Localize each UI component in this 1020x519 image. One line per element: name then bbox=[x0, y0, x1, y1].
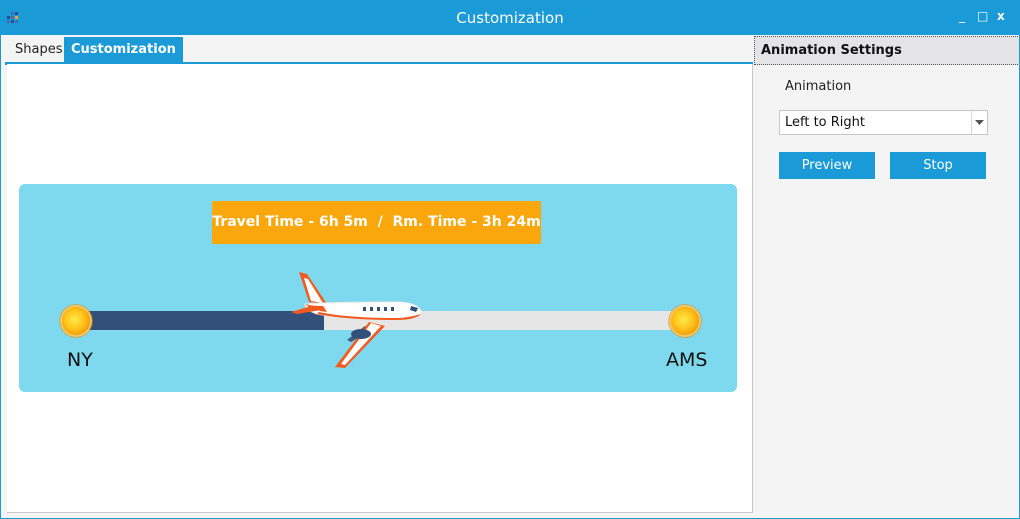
minimize-button[interactable]: _ bbox=[959, 9, 965, 23]
preview-button[interactable]: Preview bbox=[779, 152, 875, 179]
travel-time-label: Travel Time - 6h 5m / Rm. Time - 3h 24m bbox=[212, 201, 541, 244]
window-title: Customization bbox=[456, 9, 564, 27]
animation-dropdown[interactable]: Left to Right bbox=[779, 110, 988, 135]
settings-panel: Animation Settings Animation Left to Rig… bbox=[754, 35, 1019, 518]
stop-button[interactable]: Stop bbox=[890, 152, 986, 179]
title-bar[interactable]: Customization _ □ x bbox=[1, 1, 1019, 35]
animation-label: Animation bbox=[785, 79, 852, 94]
destination-label: AMS bbox=[666, 349, 708, 371]
tab-customization[interactable]: Customization bbox=[64, 37, 183, 63]
flight-progress-panel: Travel Time - 6h 5m / Rm. Time - 3h 24m … bbox=[19, 184, 737, 392]
tab-strip: Shapes Customization bbox=[5, 37, 753, 65]
origin-label: NY bbox=[67, 349, 93, 371]
maximize-button[interactable]: □ bbox=[977, 9, 988, 23]
settings-header: Animation Settings bbox=[754, 36, 1019, 65]
main-window: Customization _ □ x Shapes Customization… bbox=[0, 0, 1020, 519]
close-button[interactable]: x bbox=[997, 9, 1005, 23]
tab-shapes[interactable]: Shapes bbox=[8, 37, 70, 63]
chevron-down-icon bbox=[975, 120, 984, 125]
tab-content: Travel Time - 6h 5m / Rm. Time - 3h 24m … bbox=[7, 64, 753, 513]
dropdown-toggle[interactable] bbox=[971, 111, 987, 134]
destination-marker bbox=[671, 307, 699, 335]
animation-dropdown-value: Left to Right bbox=[785, 115, 866, 130]
origin-marker bbox=[62, 307, 90, 335]
airplane-icon bbox=[291, 272, 423, 368]
